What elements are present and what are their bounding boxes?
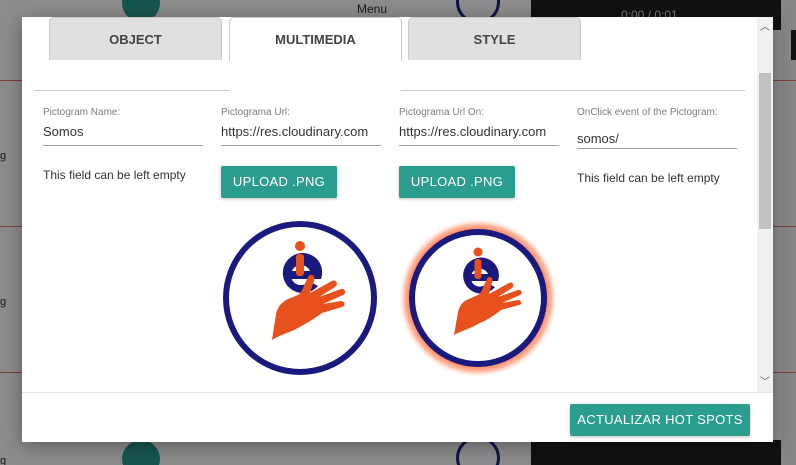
pictogram-name-group: Pictogram Name: Somos This field can be … [43,107,203,182]
hotspot-modal: OBJECT MULTIMEDIA STYLE Pictogram Name: … [22,17,773,442]
pictogram-url-on-group: Pictograma Url On: https://res.cloudinar… [399,107,559,198]
actualizar-hotspots-button[interactable]: ACTUALIZAR HOT SPOTS [570,404,750,436]
pictogram-url-label: Pictograma Url: [221,107,290,118]
active-tab-gap [230,90,401,92]
e-hand-logo-glow-icon [398,218,558,378]
pictogram-name-input[interactable]: Somos [43,119,203,146]
e-hand-logo-icon [223,221,377,375]
onclick-event-label: OnClick event of the Pictogram: [577,107,718,118]
pictogram-url-on-label: Pictograma Url On: [399,107,485,118]
modal-content: OBJECT MULTIMEDIA STYLE Pictogram Name: … [22,17,757,392]
modal-footer: ACTUALIZAR HOT SPOTS [22,392,773,442]
scroll-down-icon[interactable]: ﹀ [757,376,773,390]
pictogram-url-on-input[interactable]: https://res.cloudinary.com [399,119,559,146]
scroll-up-icon[interactable]: ︿ [757,21,773,35]
pictogram-url-input[interactable]: https://res.cloudinary.com [221,119,381,146]
tab-style[interactable]: STYLE [408,17,581,60]
modal-scrollbar[interactable]: ︿ ﹀ [757,17,773,392]
onclick-event-input[interactable]: somos/ [577,131,737,149]
pictogram-url-group: Pictograma Url: https://res.cloudinary.c… [221,107,381,198]
tab-object[interactable]: OBJECT [49,17,222,60]
upload-png-on-button[interactable]: UPLOAD .PNG [399,166,515,198]
pictogram-name-label: Pictogram Name: [43,107,121,118]
tab-multimedia[interactable]: MULTIMEDIA [229,17,402,61]
onclick-event-hint: This field can be left empty [577,171,720,185]
pictogram-name-hint: This field can be left empty [43,168,186,182]
upload-png-button[interactable]: UPLOAD .PNG [221,166,337,198]
scroll-thumb[interactable] [759,73,771,229]
onclick-event-group: OnClick event of the Pictogram: somos/ T… [577,107,737,185]
